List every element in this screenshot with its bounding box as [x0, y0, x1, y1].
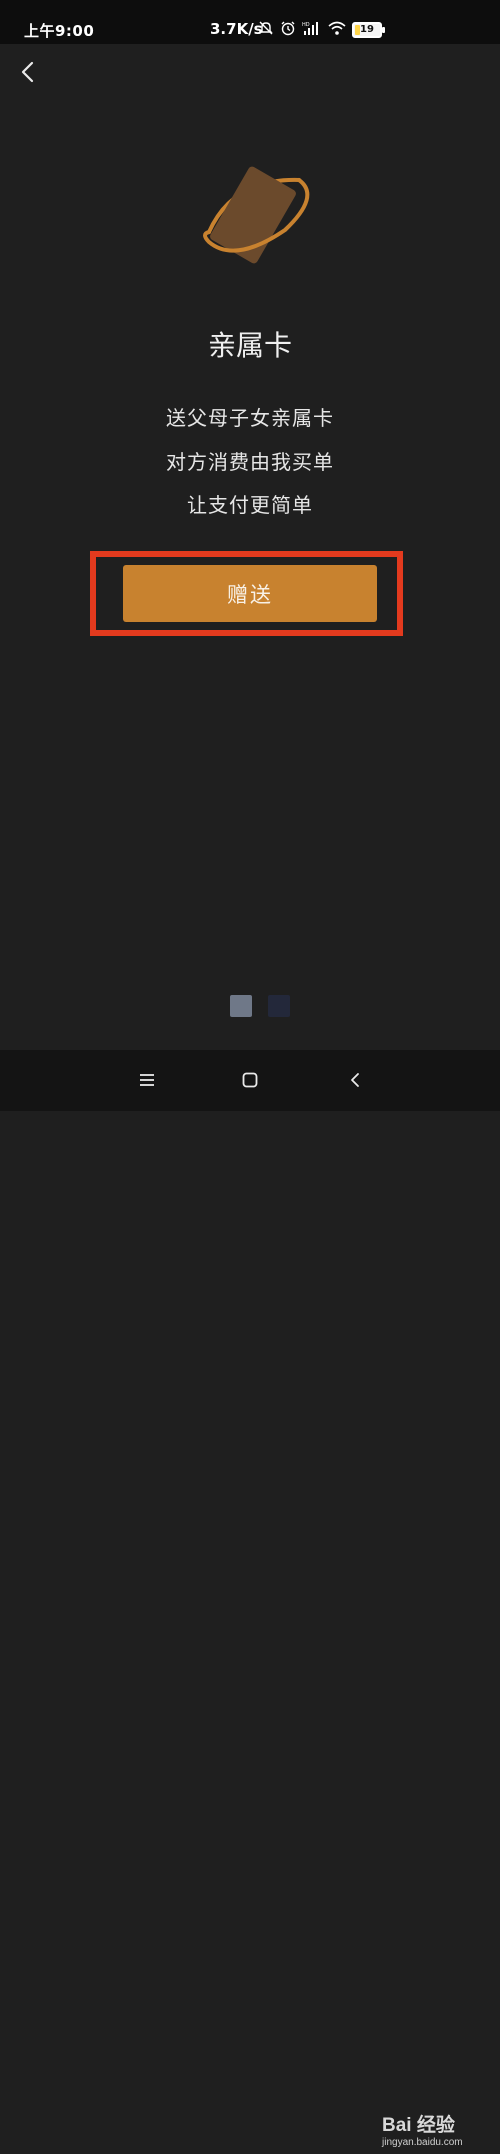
alarm-icon [280, 20, 296, 40]
page-indicator [230, 995, 290, 1017]
card-title: 亲属卡 [207, 329, 292, 362]
nav-menu-button[interactable] [133, 1068, 161, 1096]
svg-text:HD: HD [302, 22, 310, 28]
nav-back-button[interactable] [341, 1068, 369, 1096]
mute-bell-icon [258, 20, 274, 40]
family-card-logo [195, 160, 315, 275]
page-dot-inactive[interactable] [268, 995, 290, 1017]
page-dot-active[interactable] [230, 995, 252, 1017]
battery-icon: 19 [352, 22, 385, 38]
watermark-sub: jingyan.baidu.com [382, 2137, 463, 2148]
menu-icon [139, 1072, 155, 1092]
gift-button[interactable]: 赠送 [123, 565, 377, 622]
nav-home-button[interactable] [236, 1068, 264, 1096]
network-speed: 3.7K/s [210, 20, 263, 38]
card-description-line-2: 对方消费由我买单 [166, 450, 334, 474]
back-button[interactable] [10, 56, 46, 92]
battery-level: 19 [360, 24, 374, 35]
chevron-left-icon [18, 60, 38, 88]
hd-signal-icon: HD [302, 20, 322, 40]
status-icons: HD 19 [258, 20, 385, 40]
home-icon [242, 1072, 258, 1092]
watermark-main: Bai 经验 [382, 2115, 455, 2136]
wifi-icon [328, 20, 346, 40]
card-description-line-1: 送父母子女亲属卡 [166, 406, 334, 430]
system-nav-bar: Bai 经验 jingyan.baidu.com [0, 1050, 500, 2148]
back-icon [347, 1072, 363, 1092]
baidu-jingyan-watermark: Bai 经验 jingyan.baidu.com [382, 2108, 492, 2154]
card-description-line-3: 让支付更简单 [187, 493, 313, 517]
status-time: 上午9:00 [24, 22, 95, 40]
status-bar: 上午9:00 3.7K/s HD 19 [0, 0, 500, 44]
